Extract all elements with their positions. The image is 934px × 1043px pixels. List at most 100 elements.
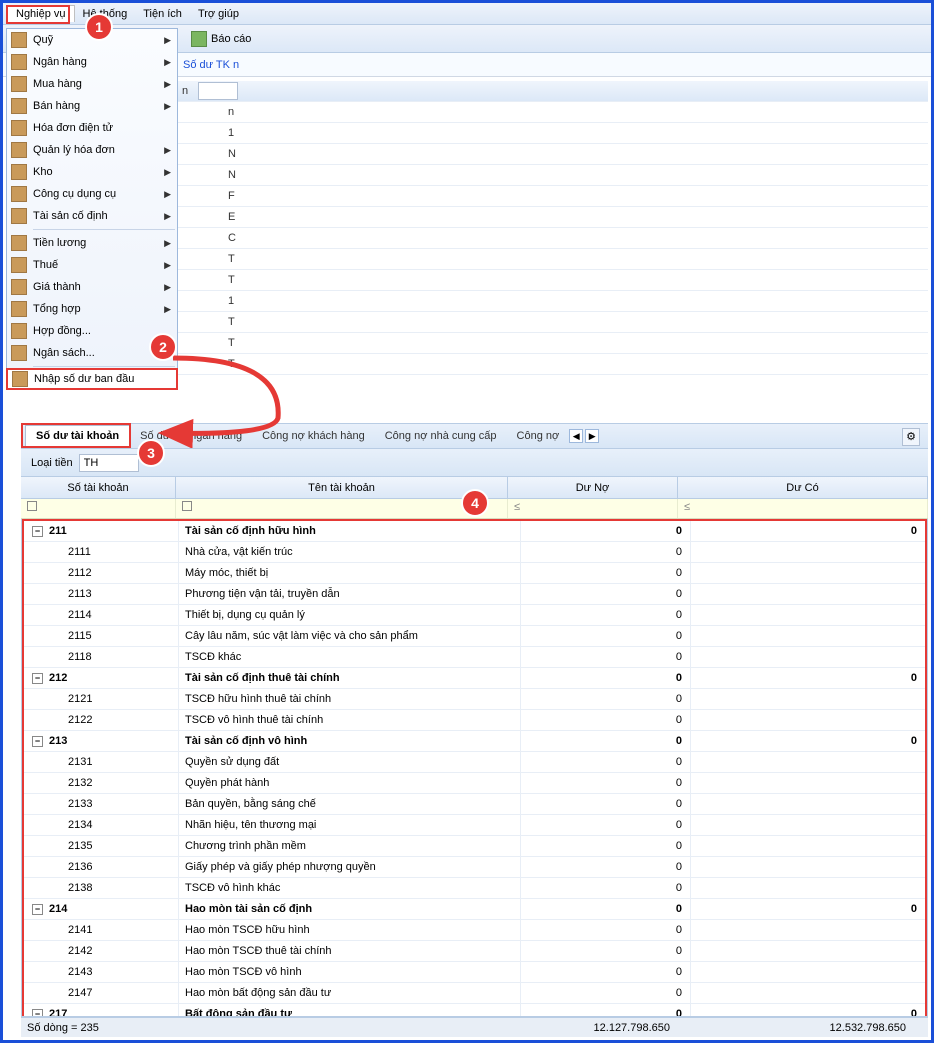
menu-item-thu-[interactable]: Thuế▶ <box>7 254 177 276</box>
table-row[interactable]: 2115Cây lâu năm, súc vật làm việc và cho… <box>24 626 925 647</box>
menu-item-t-ng-h-p[interactable]: Tổng hợp▶ <box>7 298 177 320</box>
table-row[interactable]: 2135Chương trình phần mềm0 <box>24 836 925 857</box>
report-icon <box>191 31 207 47</box>
chevron-right-icon: ▶ <box>164 238 171 249</box>
menu-item-b-n-h-ng[interactable]: Bán hàng▶ <box>7 95 177 117</box>
total-du-co: 12.532.798.650 <box>678 1018 928 1037</box>
collapse-icon[interactable]: − <box>32 904 43 915</box>
menu-icon <box>11 142 27 158</box>
collapse-icon[interactable]: − <box>32 673 43 684</box>
menu-item-ti-n-l-ng[interactable]: Tiền lương▶ <box>7 232 177 254</box>
bg-partial-rows: n n1NNFECTT1TTT <box>178 81 928 401</box>
tab-scroll-left[interactable]: ◀ <box>569 429 583 443</box>
chevron-right-icon: ▶ <box>164 304 171 315</box>
menu-icon <box>11 164 27 180</box>
menu-item-nh-p-s-d-ban-u[interactable]: Nhập số dư ban đầu <box>6 368 178 390</box>
menu-icon <box>11 120 27 136</box>
tab-2[interactable]: Công nợ khách hàng <box>252 426 375 446</box>
menu-tiện-ích[interactable]: Tiện ích <box>135 6 190 22</box>
grid-body[interactable]: −211Tài sản cố định hữu hình002111Nhà cử… <box>21 519 928 1017</box>
tab-3[interactable]: Công nợ nhà cung cấp <box>375 426 507 446</box>
gear-icon[interactable]: ⚙ <box>902 428 920 446</box>
table-row[interactable]: −214Hao mòn tài sản cố định00 <box>24 899 925 920</box>
menu-item-ng-n-h-ng[interactable]: Ngân hàng▶ <box>7 51 177 73</box>
grid-footer: Số dòng = 235 12.127.798.650 12.532.798.… <box>21 1017 928 1037</box>
col-du-no[interactable]: Dư Nợ <box>508 477 678 498</box>
menu-item-qu-n-l-h-a-n[interactable]: Quản lý hóa đơn▶ <box>7 139 177 161</box>
tab-0[interactable]: Số dư tài khoản <box>25 425 130 447</box>
menu-trợ-giúp[interactable]: Trợ giúp <box>190 6 247 22</box>
table-row[interactable]: 2121TSCĐ hữu hình thuê tài chính0 <box>24 689 925 710</box>
menu-nghiệp-vụ[interactable]: Nghiệp vụ <box>7 5 75 22</box>
nghiep-vu-dropdown: Quỹ▶Ngân hàng▶Mua hàng▶Bán hàng▶Hóa đơn … <box>6 28 178 390</box>
table-row[interactable]: 2111Nhà cửa, vật kiến trúc0 <box>24 542 925 563</box>
table-row[interactable]: 2112Máy móc, thiết bị0 <box>24 563 925 584</box>
table-row[interactable]: 2132Quyền phát hành0 <box>24 773 925 794</box>
menu-icon <box>11 186 27 202</box>
table-row[interactable]: −211Tài sản cố định hữu hình00 <box>24 521 925 542</box>
menu-icon <box>11 279 27 295</box>
menu-icon <box>11 76 27 92</box>
tab-scroll-right[interactable]: ▶ <box>585 429 599 443</box>
col-ten-tai-khoan[interactable]: Tên tài khoản <box>176 477 508 498</box>
table-row[interactable]: 2147Hao mòn bất động sản đầu tư0 <box>24 983 925 1004</box>
menu-icon <box>11 301 27 317</box>
chevron-right-icon: ▶ <box>164 101 171 112</box>
loai-tien-input[interactable] <box>79 454 139 472</box>
menu-item-mua-h-ng[interactable]: Mua hàng▶ <box>7 73 177 95</box>
menu-icon <box>11 235 27 251</box>
collapse-icon[interactable]: − <box>32 736 43 747</box>
collapse-icon[interactable]: − <box>32 1009 43 1018</box>
table-row[interactable]: 2143Hao mòn TSCĐ vô hình0 <box>24 962 925 983</box>
table-row[interactable]: 2133Bản quyền, bằng sáng chế0 <box>24 794 925 815</box>
bao-cao-button[interactable]: Báo cáo <box>183 29 259 49</box>
menu-icon <box>11 257 27 273</box>
tab-4[interactable]: Công nợ <box>507 426 570 446</box>
table-row[interactable]: 2113Phương tiện vận tải, truyền dẫn0 <box>24 584 925 605</box>
menu-icon <box>11 208 27 224</box>
menu-icon <box>11 32 27 48</box>
menu-icon <box>11 54 27 70</box>
collapse-icon[interactable]: − <box>32 526 43 537</box>
callout-1: 1 <box>85 13 113 41</box>
menu-item-h-a-n-i-n-t-[interactable]: Hóa đơn điện tử <box>7 117 177 139</box>
col-so-tai-khoan[interactable]: Số tài khoản <box>21 477 176 498</box>
table-row[interactable]: −213Tài sản cố định vô hình00 <box>24 731 925 752</box>
table-row[interactable]: −217Bất động sản đầu tư00 <box>24 1004 925 1017</box>
chevron-right-icon: ▶ <box>164 57 171 68</box>
chevron-right-icon: ▶ <box>164 282 171 293</box>
table-row[interactable]: 2122TSCĐ vô hình thuê tài chính0 <box>24 710 925 731</box>
table-row[interactable]: 2131Quyền sử dụng đất0 <box>24 752 925 773</box>
so-du-link[interactable]: Số dư TK n <box>183 59 239 71</box>
chevron-right-icon: ▶ <box>164 35 171 46</box>
menu-icon <box>11 98 27 114</box>
chevron-right-icon: ▶ <box>164 79 171 90</box>
table-row[interactable]: 2134Nhãn hiệu, tên thương mại0 <box>24 815 925 836</box>
table-row[interactable]: −212Tài sản cố định thuê tài chính00 <box>24 668 925 689</box>
table-row[interactable]: 2142Hao mòn TSCĐ thuê tài chính0 <box>24 941 925 962</box>
menu-icon <box>12 371 28 387</box>
loai-tien-label: Loại tiền <box>31 457 73 469</box>
chevron-right-icon: ▶ <box>164 167 171 178</box>
chevron-right-icon: ▶ <box>164 211 171 222</box>
menu-icon <box>11 323 27 339</box>
table-row[interactable]: 2138TSCĐ vô hình khác0 <box>24 878 925 899</box>
menu-item-kho[interactable]: Kho▶ <box>7 161 177 183</box>
chevron-right-icon: ▶ <box>164 260 171 271</box>
callout-4: 4 <box>461 489 489 517</box>
bao-cao-label: Báo cáo <box>211 33 251 45</box>
chevron-right-icon: ▶ <box>164 189 171 200</box>
callout-2: 2 <box>149 333 177 361</box>
callout-3: 3 <box>137 439 165 467</box>
table-row[interactable]: 2141Hao mòn TSCĐ hữu hình0 <box>24 920 925 941</box>
menu-item-gi-th-nh[interactable]: Giá thành▶ <box>7 276 177 298</box>
menubar: Nghiệp vụHệ thốngTiện íchTrợ giúp <box>3 3 931 25</box>
table-row[interactable]: 2114Thiết bị, dụng cụ quản lý0 <box>24 605 925 626</box>
table-row[interactable]: 2136Giấy phép và giấy phép nhượng quyền0 <box>24 857 925 878</box>
table-row[interactable]: 2118TSCĐ khác0 <box>24 647 925 668</box>
chevron-right-icon: ▶ <box>164 145 171 156</box>
menu-icon <box>11 345 27 361</box>
menu-item-c-ng-c-d-ng-c-[interactable]: Công cụ dụng cụ▶ <box>7 183 177 205</box>
menu-item-t-i-s-n-c-nh[interactable]: Tài sản cố định▶ <box>7 205 177 227</box>
col-du-co[interactable]: Dư Có <box>678 477 928 498</box>
